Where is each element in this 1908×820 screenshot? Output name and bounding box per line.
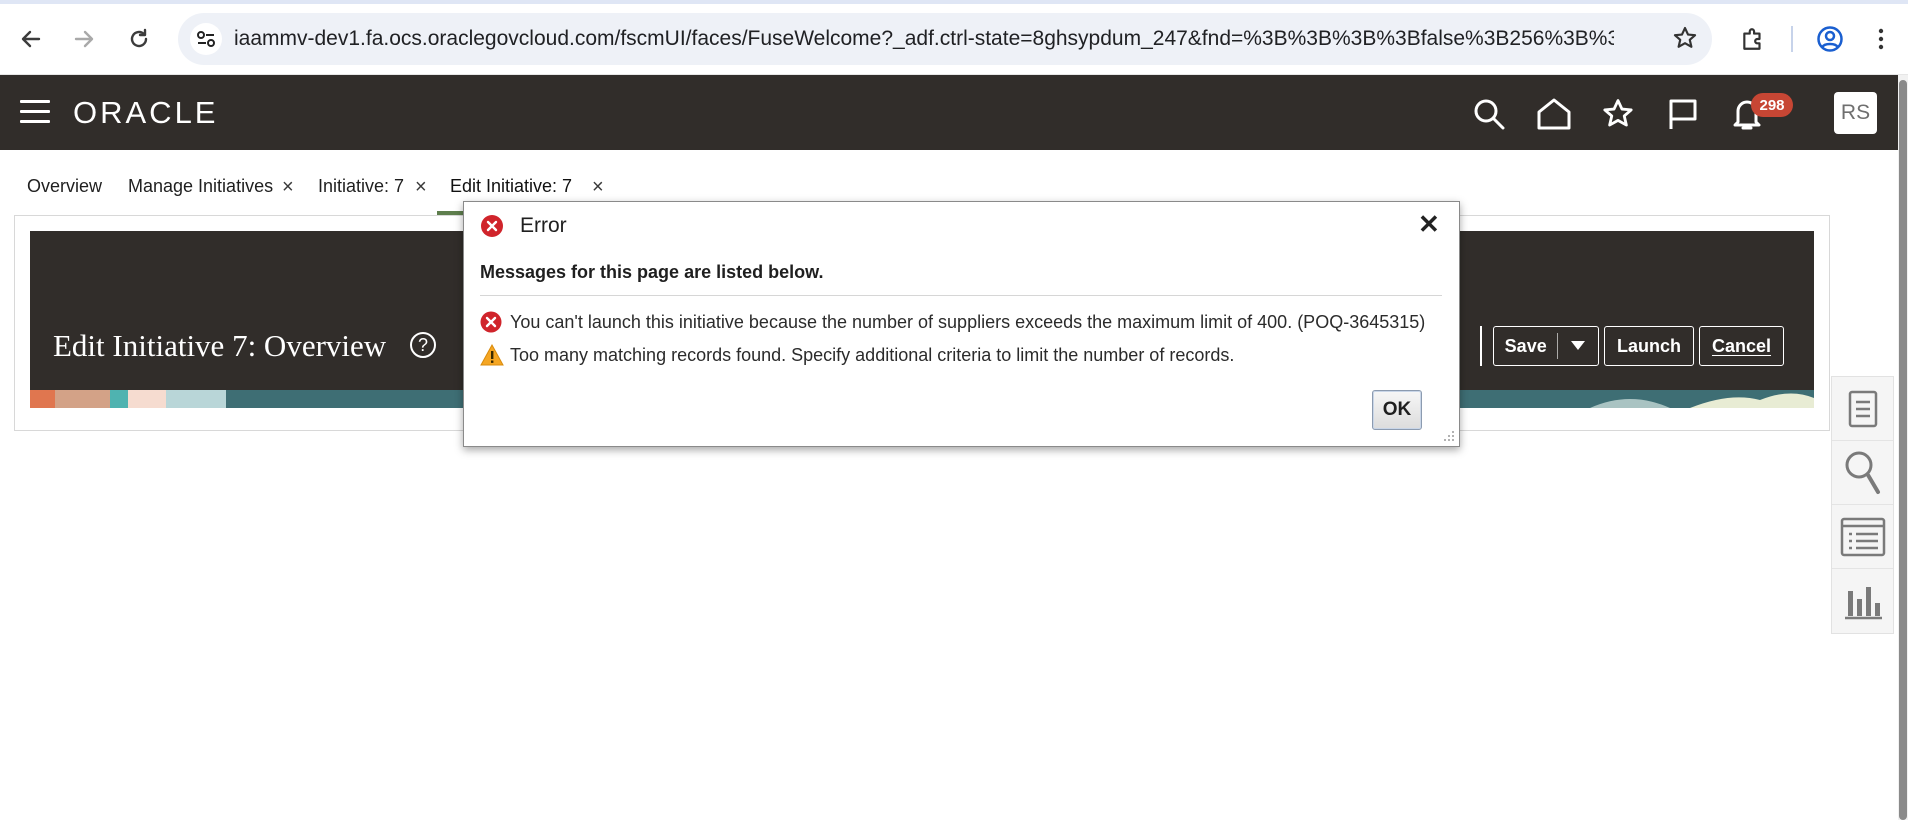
navigator-menu-icon[interactable] — [20, 100, 50, 124]
save-options-dropdown[interactable] — [1558, 341, 1598, 351]
dialog-heading: Messages for this page are listed below. — [480, 262, 824, 282]
address-bar[interactable]: iaammv-dev1.fa.ocs.oraclegovcloud.com/fs… — [178, 13, 1712, 65]
cancel-button[interactable]: Cancel — [1699, 326, 1784, 366]
reload-button[interactable] — [122, 22, 156, 56]
search-icon[interactable] — [1469, 94, 1509, 134]
page-scrollbar-thumb[interactable] — [1899, 80, 1907, 820]
close-tab-manage-initiatives-icon[interactable]: × — [282, 177, 294, 197]
side-panel-rail — [1831, 376, 1894, 634]
warning-icon — [480, 343, 504, 366]
help-icon[interactable]: ? — [410, 332, 436, 358]
button-separator — [1480, 326, 1482, 366]
close-tab-initiative-7-icon[interactable]: × — [415, 177, 427, 197]
close-icon[interactable]: ✕ — [1418, 211, 1440, 237]
dialog-divider — [480, 295, 1442, 296]
message-row-warning: Too many matching records found. Specify… — [480, 343, 1234, 367]
rail-list-icon[interactable] — [1832, 505, 1893, 569]
page-title: Edit Initiative 7: Overview — [53, 328, 387, 363]
save-button[interactable]: Save — [1494, 336, 1557, 357]
forward-button[interactable] — [67, 22, 101, 56]
home-icon[interactable] — [1534, 94, 1574, 134]
rail-bar-chart-icon[interactable] — [1832, 569, 1893, 633]
save-split-divider — [1557, 333, 1559, 359]
browser-tab-strip — [0, 0, 1908, 4]
tab-manage-initiatives[interactable]: Manage Initiatives — [128, 176, 273, 197]
error-dialog: Error ✕ Messages for this page are liste… — [463, 201, 1460, 447]
rail-document-icon[interactable] — [1832, 377, 1893, 441]
browser-toolbar: iaammv-dev1.fa.ocs.oraclegovcloud.com/fs… — [0, 0, 1908, 75]
chevron-down-icon — [1571, 341, 1586, 350]
oracle-logo[interactable]: ORACLE — [73, 95, 218, 131]
site-info-icon[interactable] — [190, 23, 222, 55]
resize-grip-icon[interactable] — [1441, 428, 1455, 442]
error-icon — [481, 215, 503, 237]
tab-overview[interactable]: Overview — [27, 176, 102, 197]
browser-menu-icon[interactable] — [1864, 22, 1898, 56]
message-text: You can't launch this initiative because… — [510, 311, 1426, 332]
bookmark-star-icon[interactable] — [1672, 25, 1698, 56]
reload-icon — [130, 28, 148, 48]
save-button-group: Save — [1493, 326, 1599, 366]
rail-search-icon[interactable] — [1832, 441, 1893, 505]
back-button[interactable] — [14, 22, 48, 56]
back-arrow-icon — [21, 30, 41, 48]
tab-edit-initiative-7[interactable]: Edit Initiative: 7 — [450, 176, 572, 197]
error-icon — [480, 311, 502, 333]
notifications-count-badge[interactable]: 298 — [1751, 93, 1793, 117]
forward-arrow-icon — [74, 30, 94, 48]
flag-icon[interactable] — [1663, 94, 1703, 134]
profile-icon[interactable] — [1813, 22, 1847, 56]
cancel-button-label: Cancel — [1711, 335, 1772, 356]
ok-button[interactable]: OK — [1372, 390, 1422, 430]
tab-initiative-7[interactable]: Initiative: 7 — [318, 176, 404, 197]
dialog-title: Error — [520, 214, 567, 237]
launch-button[interactable]: Launch — [1604, 326, 1694, 366]
app-header: ORACLE — [0, 75, 1898, 150]
user-avatar[interactable]: RS — [1834, 92, 1877, 134]
toolbar-divider — [1791, 26, 1793, 52]
extensions-icon[interactable] — [1736, 22, 1770, 56]
message-row-error: You can't launch this initiative because… — [480, 310, 1425, 334]
message-text: Too many matching records found. Specify… — [510, 344, 1235, 365]
favorites-star-icon[interactable] — [1598, 94, 1638, 134]
close-tab-edit-initiative-7-icon[interactable]: × — [592, 177, 604, 197]
url-text[interactable]: iaammv-dev1.fa.ocs.oraclegovcloud.com/fs… — [234, 27, 1614, 51]
